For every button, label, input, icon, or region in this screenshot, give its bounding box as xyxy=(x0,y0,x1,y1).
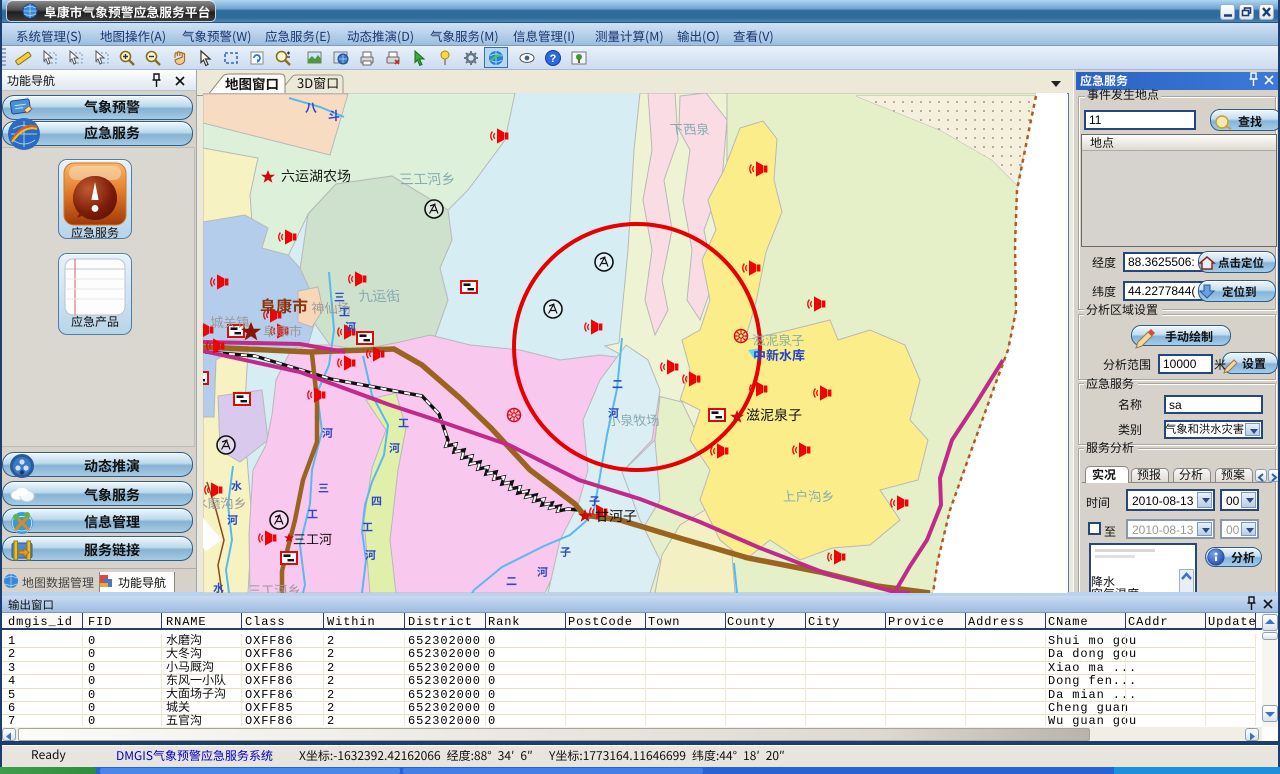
svg-text:?: ? xyxy=(550,53,557,65)
